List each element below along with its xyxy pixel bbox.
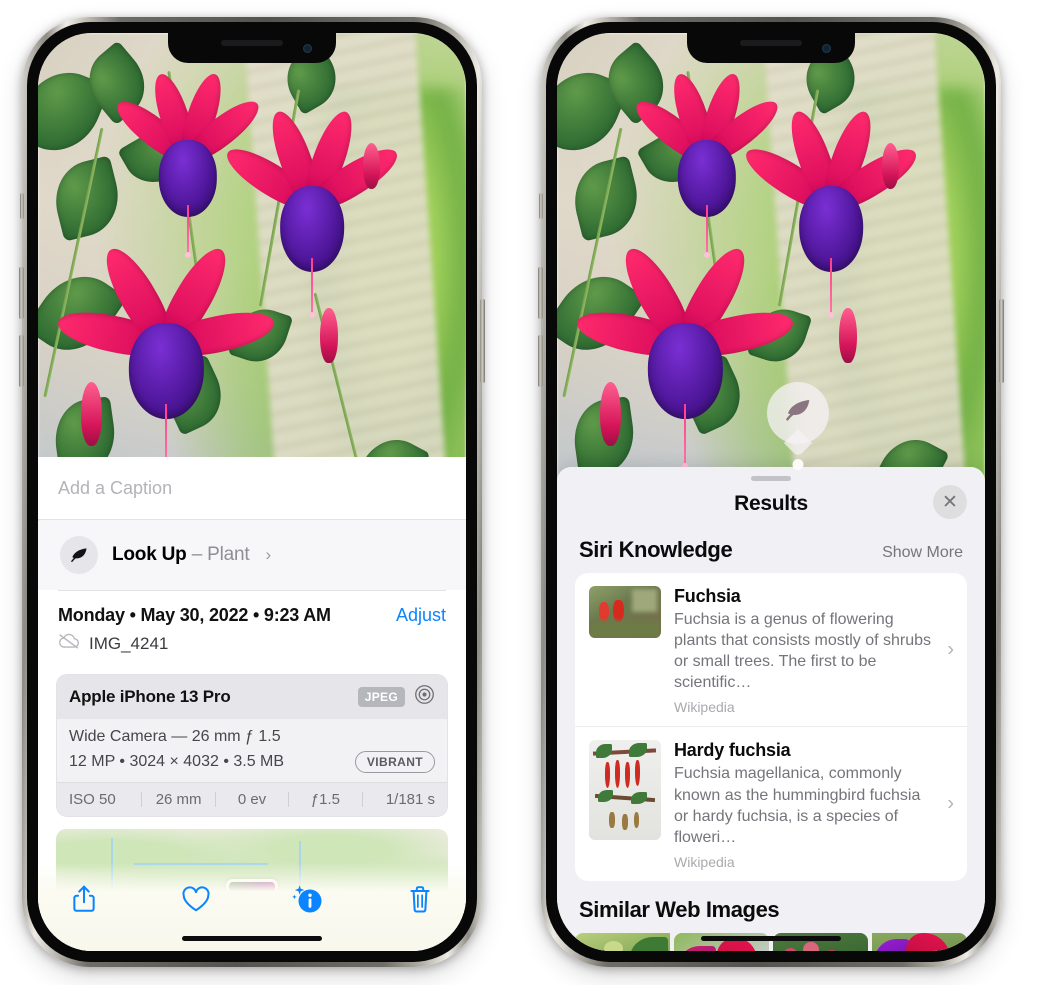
exif-shutter: 1/181 s: [385, 791, 436, 808]
left-phone-bezel: Add a Caption ✦ ✦ Look Up: [27, 22, 477, 962]
heart-icon[interactable]: [176, 879, 216, 919]
look-up-row[interactable]: ✦ ✦ Look Up – Plant: [38, 512, 466, 590]
info-sparkle-icon[interactable]: [288, 879, 328, 919]
show-more-button[interactable]: Show More: [882, 544, 963, 562]
earpiece-speaker: [221, 40, 283, 46]
cloud-slash-icon: [58, 633, 80, 654]
knowledge-thumbnail: [589, 586, 661, 638]
sparkle-icon: ✦: [38, 512, 42, 531]
knowledge-description: Fuchsia magellanica, commonly known as t…: [674, 765, 921, 846]
left-phone-notch: [168, 33, 336, 63]
look-up-subject: Plant: [207, 544, 250, 565]
caption-input[interactable]: Add a Caption: [38, 457, 466, 519]
fuchsia-bloom: [573, 235, 797, 470]
camera-model: Apple iPhone 13 Pro: [69, 687, 231, 706]
screenshot-stage: Add a Caption ✦ ✦ Look Up: [0, 0, 1055, 985]
knowledge-title: Fuchsia: [674, 586, 741, 606]
format-badge: JPEG: [357, 687, 405, 707]
siri-knowledge-header: Siri Knowledge Show More: [557, 527, 985, 573]
camera-lens: Wide Camera — 26 mm ƒ 1.5: [69, 728, 281, 745]
aperture-icon: [414, 684, 435, 710]
knowledge-item[interactable]: Fuchsia Fuchsia is a genus of flowering …: [575, 573, 967, 726]
trash-icon[interactable]: [400, 879, 440, 919]
exif-aperture: ƒ1.5: [310, 791, 341, 808]
knowledge-source: Wikipedia: [674, 699, 735, 716]
results-sheet: Results ✕ Siri Knowledge Show More Fuchs…: [557, 467, 985, 951]
right-phone-notch: [687, 33, 855, 63]
knowledge-item[interactable]: Hardy fuchsia Fuchsia magellanica, commo…: [575, 726, 967, 880]
fuchsia-bloom: [219, 106, 405, 318]
similar-web-images-header: Similar Web Images: [557, 881, 985, 931]
chevron-right-icon: ›: [947, 792, 954, 815]
photographic-style-badge: VIBRANT: [354, 751, 435, 773]
knowledge-text: Hardy fuchsia Fuchsia magellanica, commo…: [674, 740, 953, 869]
power-button[interactable]: [999, 299, 1004, 383]
fuchsia-bloom: [738, 106, 924, 318]
volume-down-button[interactable]: [538, 335, 543, 387]
photo-date: Monday • May 30, 2022 • 9:23 AM: [58, 605, 331, 625]
mute-switch[interactable]: [20, 193, 24, 219]
leaf-icon: [60, 536, 98, 574]
siri-knowledge-card: Fuchsia Fuchsia is a genus of flowering …: [575, 573, 967, 881]
exif-focal: 26 mm: [155, 791, 202, 808]
look-up-dash: –: [191, 544, 203, 565]
fuchsia-bloom: [54, 235, 278, 470]
visual-look-up-badge[interactable]: [766, 381, 829, 457]
right-phone-device: Results ✕ Siri Knowledge Show More Fuchs…: [538, 17, 1004, 967]
camera-card-header: Apple iPhone 13 Pro JPEG: [57, 675, 447, 719]
left-phone-screen: Add a Caption ✦ ✦ Look Up: [38, 33, 466, 951]
knowledge-text: Fuchsia Fuchsia is a genus of flowering …: [674, 586, 953, 715]
fuchsia-bud: [882, 143, 900, 190]
results-title: Results: [734, 492, 808, 515]
fuchsia-bud: [320, 308, 338, 364]
photo-background-siding: [244, 33, 449, 516]
fuchsia-bud: [363, 143, 381, 190]
front-camera-icon: [303, 44, 312, 53]
similar-web-images-title: Similar Web Images: [579, 896, 780, 922]
siri-knowledge-title: Siri Knowledge: [579, 537, 733, 562]
fuchsia-bud: [839, 308, 857, 364]
chevron-right-icon: ›: [947, 638, 954, 661]
camera-info-card[interactable]: Apple iPhone 13 Pro JPEG Wide Camera — 2…: [56, 674, 448, 817]
photo-metadata: Monday • May 30, 2022 • 9:23 AM Adjust I…: [38, 591, 466, 662]
knowledge-title: Hardy fuchsia: [674, 740, 791, 761]
close-icon[interactable]: ✕: [933, 485, 967, 519]
fuchsia-bloom: [628, 69, 785, 258]
share-icon[interactable]: [64, 879, 104, 919]
front-camera-icon: [822, 44, 831, 53]
power-button[interactable]: [480, 299, 485, 383]
results-header: Results ✕: [557, 481, 985, 527]
volume-up-button[interactable]: [538, 267, 543, 319]
volume-up-button[interactable]: [19, 267, 24, 319]
knowledge-source: Wikipedia: [674, 853, 735, 870]
home-indicator[interactable]: [701, 936, 841, 941]
home-indicator[interactable]: [182, 936, 322, 941]
look-up-title: Look Up: [112, 544, 187, 565]
right-phone-screen: Results ✕ Siri Knowledge Show More Fuchs…: [557, 33, 985, 951]
exif-iso: ISO 50: [69, 791, 116, 808]
knowledge-thumbnail: [589, 740, 661, 841]
look-up-label: Look Up – Plant: [112, 544, 250, 566]
left-phone-device: Add a Caption ✦ ✦ Look Up: [19, 17, 485, 967]
earpiece-speaker: [740, 40, 802, 46]
fuchsia-bloom: [109, 69, 266, 258]
adjust-button[interactable]: Adjust: [396, 605, 446, 626]
camera-card-body: Wide Camera — 26 mm ƒ 1.5 12 MP • 3024 ×…: [57, 719, 447, 782]
right-phone-bezel: Results ✕ Siri Knowledge Show More Fuchs…: [546, 22, 996, 962]
volume-down-button[interactable]: [19, 335, 24, 387]
chevron-right-icon: ›: [265, 545, 272, 564]
exif-row: ISO 50 26 mm 0 ev ƒ1.5 1/181 s: [57, 782, 447, 816]
mute-switch[interactable]: [539, 193, 543, 219]
leaf-icon: [783, 395, 813, 430]
photo-filename: IMG_4241: [89, 633, 169, 653]
fuchsia-bud: [599, 381, 622, 447]
web-image-thumbnail[interactable]: [575, 932, 670, 951]
camera-specs: 12 MP • 3024 × 4032 • 3.5 MB: [69, 753, 285, 770]
fuchsia-bud: [80, 381, 103, 447]
knowledge-description: Fuchsia is a genus of flowering plants t…: [674, 611, 931, 692]
web-image-thumbnail[interactable]: [872, 932, 967, 951]
exif-exposure: 0 ev: [237, 791, 267, 808]
caption-placeholder: Add a Caption: [58, 477, 173, 498]
